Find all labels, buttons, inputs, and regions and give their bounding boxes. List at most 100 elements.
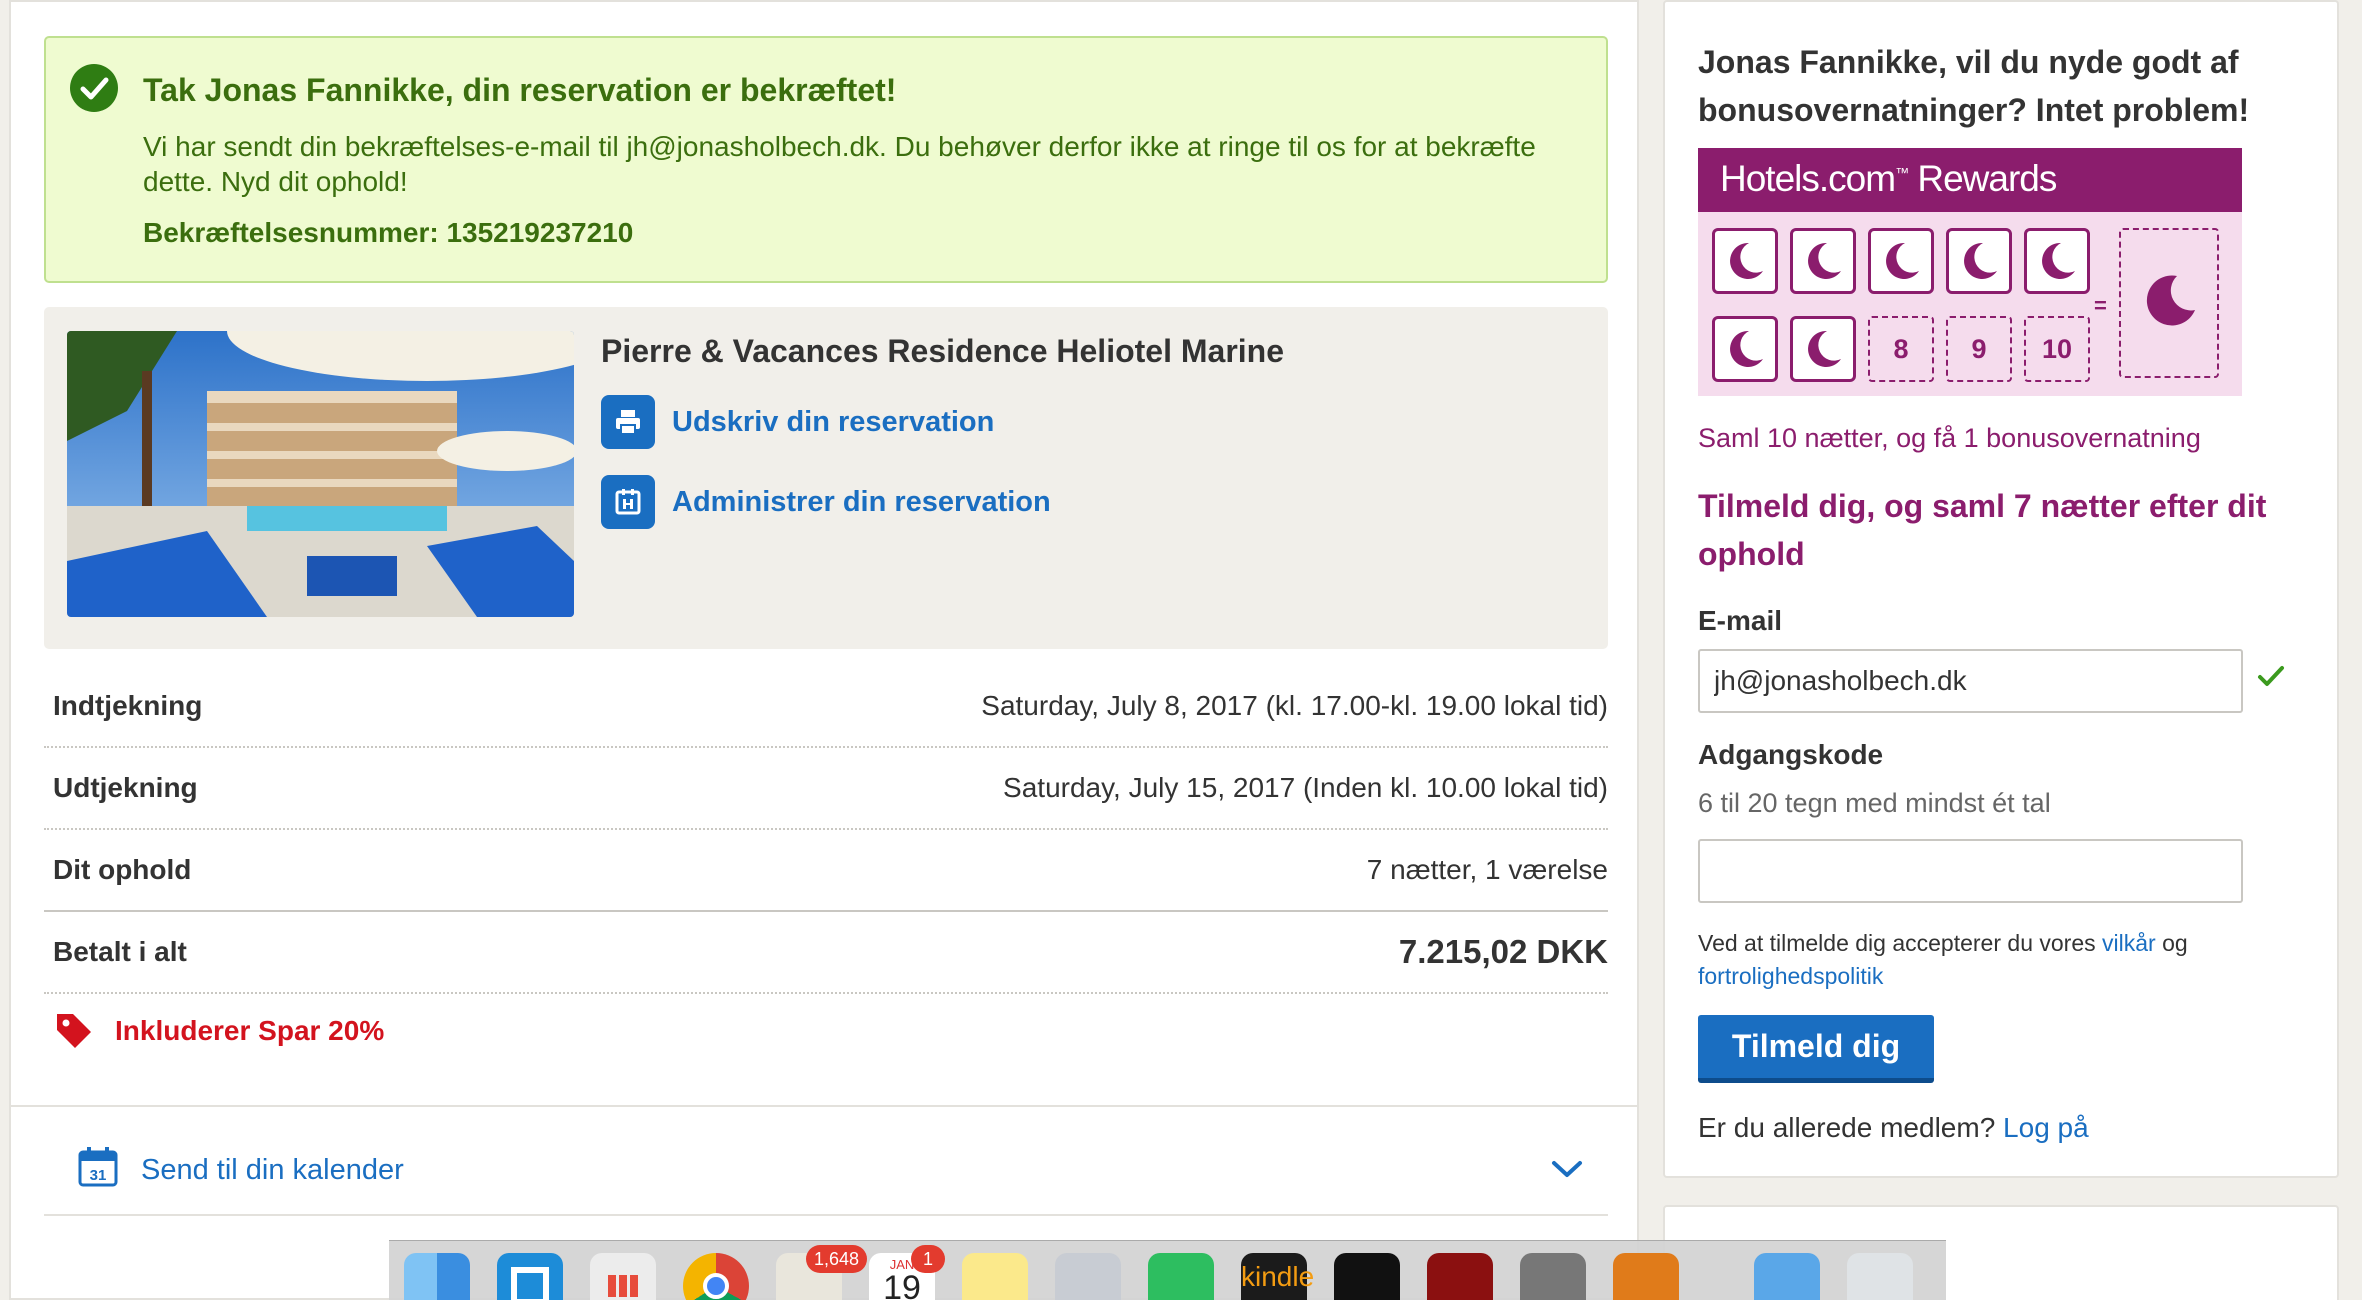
trash-icon[interactable] [1847,1253,1913,1300]
manage-reservation-link[interactable]: Administrer din reservation [601,475,1051,529]
send-to-calendar-row[interactable]: 31 Send til din kalender [44,1112,1608,1216]
hotel-photo[interactable] [67,331,574,617]
kindle-icon[interactable]: kindle [1241,1253,1315,1300]
moon-icon [1808,330,1841,367]
total-value: 7.215,02 DKK [1398,933,1608,970]
kindle-label: kindle [1241,1261,1315,1292]
discount-note: Inkluderer Spar 20% [53,1010,384,1052]
mail-badge: 1,648 [806,1245,868,1273]
confirmation-title: Tak Jonas Fannikke, din reservation er b… [143,72,897,108]
hotel-summary: Pierre & Vacances Residence Heliotel Mar… [44,307,1608,649]
stay-label: Dit ophold [53,854,192,885]
finder-icon[interactable] [404,1253,470,1300]
night-stamp-collected [1946,228,2012,294]
checkin-row: Indtjekning Saturday, July 8, 2017 (kl. … [44,666,1608,748]
screen-app-glyph [511,1267,549,1300]
print-reservation-label: Udskriv din reservation [672,405,995,438]
rewards-heading: Jonas Fannikke, vil du nyde godt af bonu… [1698,44,2250,128]
rewards-graphic: Hotels.com™ Rewards 8 9 10 = [1698,148,2242,396]
hotels-com-rewards-logo: Hotels.com™ Rewards [1720,158,2057,199]
chevron-down-icon[interactable] [1551,1160,1583,1180]
checkin-value: Saturday, July 8, 2017 (kl. 17.00-kl. 19… [981,690,1608,721]
checkout-value: Saturday, July 15, 2017 (Inden kl. 10.00… [1003,772,1608,803]
night-stamp-collected [1790,228,1856,294]
downloads-folder-icon[interactable] [1754,1253,1820,1300]
printer-icon [601,395,655,449]
valid-check-icon [2258,666,2284,686]
privacy-policy-link[interactable]: fortrolighedspolitik [1698,963,1883,989]
night-stamp-collected [1868,228,1934,294]
calendar-app-icon[interactable]: JAN 19 1 [869,1245,945,1300]
total-label: Betalt i alt [53,936,187,967]
already-member-prefix: Er du allerede medlem? [1698,1112,2004,1143]
chrome-icon[interactable] [683,1253,749,1300]
success-check-icon [70,64,118,112]
total-row: Betalt i alt 7.215,02 DKK [44,912,1608,994]
stay-value: 7 nætter, 1 værelse [1366,854,1608,885]
moon-icon [1964,242,1997,279]
rewards-banner: Hotels.com™ Rewards [1698,148,2242,212]
bonus-night-slot [2119,228,2219,378]
password-hint: 6 til 20 tegn med mindst ét tal [1698,788,2051,818]
moon-icon [1808,242,1841,279]
night-stamp-collected [1712,228,1778,294]
launchpad-grid [608,1275,638,1297]
terminal-icon[interactable] [1334,1253,1400,1300]
rewards-signup-card: Jonas Fannikke, vil du nyde godt af bonu… [1663,0,2339,1178]
signup-button[interactable]: Tilmeld dig [1698,1015,1934,1083]
hotel-name: Pierre & Vacances Residence Heliotel Mar… [601,333,1284,369]
moon-icon [1886,242,1919,279]
evernote-icon[interactable] [1148,1253,1214,1300]
confirmation-banner: Tak Jonas Fannikke, din reservation er b… [44,36,1608,283]
checkin-label: Indtjekning [53,690,203,721]
already-member-text: Er du allerede medlem? Log på [1698,1112,2089,1144]
checkout-label: Udtjekning [53,772,198,803]
password-field[interactable] [1698,839,2243,903]
price-tag-icon [57,1014,91,1048]
manage-booking-icon [601,475,655,529]
send-to-calendar-label: Send til din kalender [141,1154,404,1186]
macos-dock: 1,648 JAN 19 1 kindle [389,1240,1946,1300]
night-stamp-collected [2024,228,2090,294]
signup-heading: Tilmeld dig, og saml 7 nætter efter dit … [1698,488,2267,572]
discount-label: Inkluderer Spar 20% [115,1015,385,1046]
calendar-icon-day: 31 [90,1167,107,1184]
night-stamp-empty: 9 [1946,316,2012,382]
notes-icon[interactable] [962,1253,1028,1300]
rewards-caption: Saml 10 nætter, og få 1 bonusovernatning [1698,423,2201,453]
calendar-badge: 1 [911,1245,945,1273]
moon-icon [2042,242,2075,279]
calendar-icon: 31 [78,1147,118,1187]
acrobat-icon[interactable] [1427,1253,1493,1300]
moon-icon [1730,330,1763,367]
gear-icon[interactable] [1520,1253,1586,1300]
manage-reservation-label: Administrer din reservation [672,485,1051,518]
system-preferences-icon[interactable] [1055,1253,1121,1300]
print-reservation-link[interactable]: Udskriv din reservation [601,395,994,449]
night-stamp-collected [1790,316,1856,382]
checkout-row: Udtjekning Saturday, July 15, 2017 (Inde… [44,748,1608,830]
booking-confirmation-card: Tak Jonas Fannikke, din reservation er b… [9,0,1639,1300]
calculator-icon[interactable] [1613,1253,1679,1300]
night-stamp-empty: 8 [1868,316,1934,382]
mail-icon[interactable]: 1,648 [776,1245,868,1300]
launchpad-icon[interactable] [590,1253,656,1300]
night-stamp-collected [1712,316,1778,382]
terms-prefix: Ved at tilmelde dig accepterer du vores [1698,930,2103,956]
terms-link[interactable]: vilkår [2102,930,2156,956]
stay-row: Dit ophold 7 nætter, 1 værelse [44,830,1608,912]
email-field[interactable] [1698,649,2243,713]
moon-icon [1730,242,1763,279]
confirmation-message: Vi har sendt din bekræftelses-e-mail til… [143,131,1536,197]
equals-sign: = [2094,293,2107,318]
calendar-app-day: 19 [883,1269,921,1300]
night-stamp-empty: 10 [2024,316,2090,382]
terms-text: Ved at tilmelde dig accepterer du vores … [1698,927,2298,993]
section-divider [11,1105,1637,1107]
screen-app-icon[interactable] [497,1253,563,1300]
moon-icon [2146,275,2195,326]
password-label: Adgangskode [1698,739,1884,770]
confirmation-number: Bekræftelsesnummer: 135219237210 [143,217,634,248]
terms-and: og [2155,930,2188,956]
login-link[interactable]: Log på [2003,1112,2089,1143]
